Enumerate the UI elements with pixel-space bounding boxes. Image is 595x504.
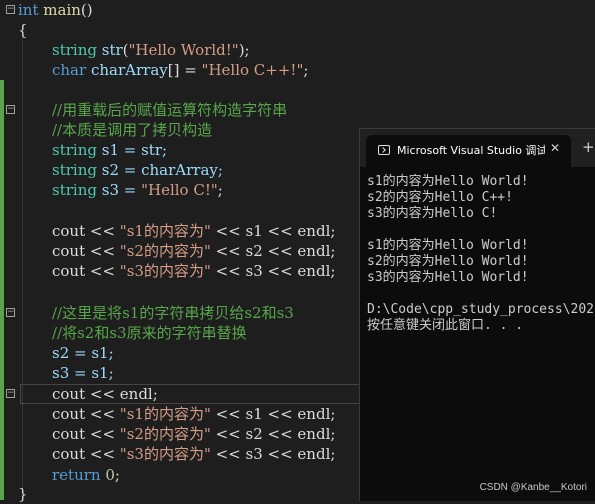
console-tab[interactable]: Microsoft Visual Studio 调试控 ✕ bbox=[366, 135, 571, 167]
add-tab-icon[interactable]: + bbox=[582, 140, 595, 155]
code-text: cout << bbox=[52, 445, 120, 463]
code-text: cout << bbox=[52, 242, 120, 260]
fold-minus-icon[interactable]: − bbox=[6, 105, 15, 114]
type-name: string bbox=[52, 41, 97, 59]
watermark: CSDN @Kanbe__Kotori bbox=[479, 482, 587, 493]
keyword: int bbox=[18, 1, 39, 19]
terminal-icon bbox=[378, 145, 390, 155]
keyword: return bbox=[52, 466, 101, 484]
console-output-line: D:\Code\cpp_study_process\202 bbox=[367, 302, 594, 317]
string-literal: "s1的内容为" bbox=[119, 405, 211, 423]
function-name: main bbox=[43, 1, 81, 19]
code-line[interactable]: return 0; bbox=[52, 465, 120, 485]
code-text: cout << bbox=[52, 425, 120, 443]
code-line[interactable]: cout << "s1的内容为" << s1 << endl; bbox=[52, 221, 335, 241]
code-line[interactable]: string s1 = str; bbox=[52, 140, 167, 160]
type-name: string bbox=[52, 141, 97, 159]
code-comment[interactable]: //将s2和s3原来的字符串替换 bbox=[52, 323, 247, 343]
string-literal: "s3的内容为" bbox=[119, 445, 211, 463]
close-icon[interactable]: ✕ bbox=[550, 141, 560, 155]
code-text: ); bbox=[238, 41, 250, 59]
code-text: cout << bbox=[52, 262, 120, 280]
code-line[interactable]: string str("Hello World!"); bbox=[52, 40, 250, 60]
debug-console-window[interactable]: Microsoft Visual Studio 调试控 ✕ + s1的内容为He… bbox=[359, 128, 595, 501]
code-text: { bbox=[18, 21, 28, 39]
indent-guide bbox=[22, 38, 24, 493]
identifier: str bbox=[101, 41, 123, 59]
string-literal: "Hello C++!" bbox=[201, 61, 304, 79]
code-line[interactable]: string s2 = charArray; bbox=[52, 160, 223, 180]
code-text: << s2 << endl; bbox=[210, 425, 336, 443]
code-line[interactable]: cout << "s3的内容为" << s3 << endl; bbox=[52, 444, 335, 464]
code-line[interactable]: } bbox=[18, 484, 28, 504]
code-line[interactable]: cout << "s2的内容为" << s2 << endl; bbox=[52, 424, 335, 444]
code-line[interactable]: cout << endl; bbox=[52, 384, 158, 404]
string-literal: "s2的内容为" bbox=[119, 425, 211, 443]
code-line[interactable]: s2 = s1; bbox=[52, 343, 114, 363]
identifier: charArray bbox=[90, 61, 168, 79]
code-text: ; bbox=[303, 61, 309, 79]
number-literal: 0 bbox=[105, 466, 115, 484]
string-literal: "Hello World!" bbox=[128, 41, 239, 59]
console-tab-title: Microsoft Visual Studio 调试控 bbox=[397, 144, 545, 157]
type-name: string bbox=[52, 161, 97, 179]
fold-minus-icon[interactable]: − bbox=[6, 5, 15, 14]
code-line[interactable]: char charArray[] = "Hello C++!"; bbox=[52, 60, 308, 80]
string-literal: "Hello C!" bbox=[141, 181, 218, 199]
console-titlebar[interactable]: Microsoft Visual Studio 调试控 ✕ + bbox=[360, 129, 595, 167]
type-name: string bbox=[52, 181, 97, 199]
keyword: char bbox=[52, 61, 87, 79]
changed-lines-indicator bbox=[0, 80, 4, 500]
code-line[interactable]: s3 = s1; bbox=[52, 363, 114, 383]
console-output-line: s1的内容为Hello World! bbox=[367, 238, 529, 253]
fold-minus-icon[interactable]: − bbox=[6, 308, 15, 317]
code-comment[interactable]: //本质是调用了拷贝构造 bbox=[52, 120, 212, 140]
code-text: << s1 << endl; bbox=[210, 405, 336, 423]
console-output-line: s1的内容为Hello World! bbox=[367, 174, 529, 189]
code-text: s2 = charArray; bbox=[101, 161, 223, 179]
string-literal: "s1的内容为" bbox=[119, 222, 211, 240]
console-output-line: s2的内容为Hello World! bbox=[367, 254, 529, 269]
console-output-line: s2的内容为Hello C++! bbox=[367, 190, 513, 205]
code-text: cout << bbox=[52, 405, 120, 423]
fold-minus-icon[interactable]: − bbox=[6, 389, 15, 398]
code-text: ; bbox=[217, 181, 223, 199]
code-line[interactable]: int main() bbox=[18, 0, 93, 20]
identifier: s3 = bbox=[101, 181, 142, 199]
code-text: ; bbox=[114, 466, 120, 484]
code-text: << s3 << endl; bbox=[210, 262, 336, 280]
string-literal: "s3的内容为" bbox=[119, 262, 211, 280]
code-line[interactable]: cout << "s3的内容为" << s3 << endl; bbox=[52, 261, 335, 281]
code-line[interactable]: string s3 = "Hello C!"; bbox=[52, 180, 223, 200]
console-output-line: 按任意键关闭此窗口. . . bbox=[367, 318, 524, 333]
code-text: cout << bbox=[52, 222, 120, 240]
code-line[interactable]: cout << "s1的内容为" << s1 << endl; bbox=[52, 404, 335, 424]
code-comment[interactable]: //用重载后的赋值运算符构造字符串 bbox=[52, 100, 287, 120]
code-text: [] = bbox=[167, 61, 202, 79]
code-text: << s3 << endl; bbox=[210, 445, 336, 463]
console-output-line: s3的内容为Hello World! bbox=[367, 270, 529, 285]
code-text: s1 = str; bbox=[101, 141, 168, 159]
code-text: () bbox=[80, 1, 93, 19]
code-text: << s1 << endl; bbox=[210, 222, 336, 240]
code-text: << s2 << endl; bbox=[210, 242, 336, 260]
console-output-line: s3的内容为Hello C! bbox=[367, 206, 498, 221]
code-line[interactable]: cout << "s2的内容为" << s2 << endl; bbox=[52, 241, 335, 261]
code-line[interactable]: { bbox=[18, 20, 28, 40]
code-comment[interactable]: //这里是将s1的字符串拷贝给s2和s3 bbox=[52, 303, 294, 323]
string-literal: "s2的内容为" bbox=[119, 242, 211, 260]
